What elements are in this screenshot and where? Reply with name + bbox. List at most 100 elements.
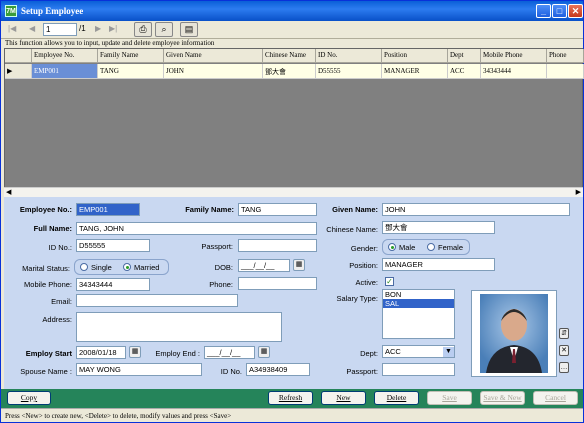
scroll-left-icon[interactable]: ◀ xyxy=(6,188,11,196)
employ-end-field[interactable]: ___/__/__ xyxy=(204,346,255,359)
grid-cell[interactable] xyxy=(547,64,584,79)
save-and-new-button[interactable]: Save & New xyxy=(480,391,525,405)
refresh-button[interactable]: Refresh xyxy=(268,391,313,405)
photo-remove-icon[interactable]: ✕ xyxy=(559,345,569,356)
marital-single-radio[interactable] xyxy=(80,263,88,271)
grid-cell[interactable]: ACC xyxy=(448,64,481,79)
cancel-button[interactable]: Cancel xyxy=(533,391,578,405)
search-icon[interactable]: ⌕ xyxy=(155,22,173,37)
gender-female-radio[interactable] xyxy=(427,243,435,251)
position-label: Position: xyxy=(349,261,378,270)
employ-start-label: Employ Start xyxy=(25,349,72,358)
address-field[interactable] xyxy=(76,312,282,342)
save-button[interactable]: Save xyxy=(427,391,472,405)
record-number-input[interactable]: 1 xyxy=(43,23,77,36)
active-checkbox[interactable]: ✓ xyxy=(385,277,394,286)
info-text: This function allows you to input, updat… xyxy=(5,39,215,47)
salary-type-list[interactable]: BON SAL xyxy=(382,289,455,339)
mobile-phone-field[interactable]: 34343444 xyxy=(76,278,150,291)
id-no-label: ID No.: xyxy=(48,243,72,252)
next-record-icon[interactable]: ▶ xyxy=(95,24,101,33)
chinese-name-field[interactable]: 鄧大會 xyxy=(382,221,495,234)
print-icon[interactable]: ⎙ xyxy=(134,22,152,37)
delete-button[interactable]: Delete xyxy=(374,391,419,405)
spouse-passport-label: Passport: xyxy=(346,367,378,376)
marital-status-label: Marital Status: xyxy=(22,264,70,273)
marital-radio-group: Single Married xyxy=(74,259,169,275)
employee-photo-image xyxy=(480,294,548,373)
gender-male-radio[interactable] xyxy=(388,243,396,251)
window-title: Setup Employee xyxy=(21,6,84,16)
employ-start-field[interactable]: 2008/01/18 xyxy=(76,346,126,359)
col-header[interactable]: ID No. xyxy=(316,49,382,63)
mobile-phone-label: Mobile Phone: xyxy=(24,280,72,289)
salary-option[interactable]: SAL xyxy=(383,299,454,308)
address-label: Address: xyxy=(42,315,72,324)
last-record-icon[interactable]: ▶| xyxy=(109,24,117,33)
marital-married-label: Married xyxy=(134,263,160,272)
email-field[interactable] xyxy=(76,294,238,307)
phone-label: Phone: xyxy=(209,280,233,289)
spouse-name-field[interactable]: MAY WONG xyxy=(76,363,202,376)
row-selector-icon[interactable]: ▶ xyxy=(5,64,32,79)
given-name-field[interactable]: JOHN xyxy=(382,203,570,216)
marital-married-radio[interactable] xyxy=(123,263,131,271)
active-label: Active: xyxy=(355,278,378,287)
position-field[interactable]: MANAGER xyxy=(382,258,495,271)
record-toolbar: |◀ ◀ 1 /1 ▶ ▶| ⎙ ⌕ ▤ xyxy=(1,21,583,39)
passport-field[interactable] xyxy=(238,239,317,252)
dept-chevron-down-icon[interactable]: ▼ xyxy=(443,347,454,357)
dob-field[interactable]: ___/__/__ xyxy=(238,259,290,272)
maximize-button[interactable]: □ xyxy=(552,4,567,18)
spouse-passport-field[interactable] xyxy=(382,363,455,376)
new-button[interactable]: New xyxy=(321,391,366,405)
col-header[interactable]: Given Name xyxy=(164,49,263,63)
close-button[interactable]: ✕ xyxy=(568,4,583,18)
col-header[interactable]: Dept xyxy=(448,49,481,63)
grid-cell[interactable]: TANG xyxy=(98,64,164,79)
family-name-label: Family Name: xyxy=(185,205,234,214)
employee-form: Employee No.: EMP001 Family Name: TANG G… xyxy=(4,197,583,389)
grid-cell[interactable]: EMP001 xyxy=(32,64,98,79)
col-header[interactable]: Phone xyxy=(547,49,584,63)
id-no-field[interactable]: D55555 xyxy=(76,239,150,252)
employ-start-calendar-icon[interactable]: ▦ xyxy=(129,346,141,358)
spouse-name-label: Spouse Name : xyxy=(20,367,72,376)
col-header[interactable]: Position xyxy=(382,49,448,63)
col-header[interactable]: Chinese Name xyxy=(263,49,316,63)
dob-calendar-icon[interactable]: ▦ xyxy=(293,259,305,271)
employee-grid[interactable]: Employee No. Family Name Given Name Chin… xyxy=(4,48,584,196)
full-name-field[interactable]: TANG, JOHN xyxy=(76,222,317,235)
grid-cell[interactable]: JOHN xyxy=(164,64,263,79)
spouse-id-field[interactable]: A34938409 xyxy=(246,363,310,376)
col-header[interactable]: Employee No. xyxy=(32,49,98,63)
marital-single-label: Single xyxy=(91,263,112,272)
dept-label: Dept: xyxy=(360,349,378,358)
copy-button[interactable]: Copy xyxy=(7,391,51,405)
employee-no-field[interactable]: EMP001 xyxy=(76,203,140,216)
prev-record-icon[interactable]: ◀ xyxy=(29,24,35,33)
grid-cell[interactable]: 鄧大會 xyxy=(263,64,316,79)
grid-horizontal-scrollbar[interactable]: ◀ ▶ xyxy=(4,187,583,197)
gender-label: Gender: xyxy=(350,244,378,253)
photo-load-icon[interactable]: ⇵ xyxy=(559,328,569,339)
grid-cell[interactable]: MANAGER xyxy=(382,64,448,79)
button-bar: Copy Refresh New Delete Save Save & New … xyxy=(1,389,583,408)
minimize-button[interactable]: _ xyxy=(536,4,551,18)
spouse-id-label: ID No. xyxy=(220,367,242,376)
grid-cell[interactable]: 34343444 xyxy=(481,64,547,79)
family-name-field[interactable]: TANG xyxy=(238,203,317,216)
phone-field[interactable] xyxy=(238,277,317,290)
col-header[interactable]: Family Name xyxy=(98,49,164,63)
scroll-right-icon[interactable]: ▶ xyxy=(576,188,581,196)
salary-option[interactable]: BON xyxy=(383,290,454,299)
photo-more-icon[interactable]: … xyxy=(559,362,569,373)
export-icon[interactable]: ▤ xyxy=(180,22,198,37)
app-icon: 7M xyxy=(5,5,17,17)
col-header[interactable]: Mobile Phone xyxy=(481,49,547,63)
employ-end-calendar-icon[interactable]: ▦ xyxy=(258,346,270,358)
grid-cell[interactable]: D55555 xyxy=(316,64,382,79)
gender-radio-group: Male Female xyxy=(382,239,470,255)
grid-row-header-corner xyxy=(5,49,32,63)
first-record-icon[interactable]: |◀ xyxy=(8,24,16,33)
